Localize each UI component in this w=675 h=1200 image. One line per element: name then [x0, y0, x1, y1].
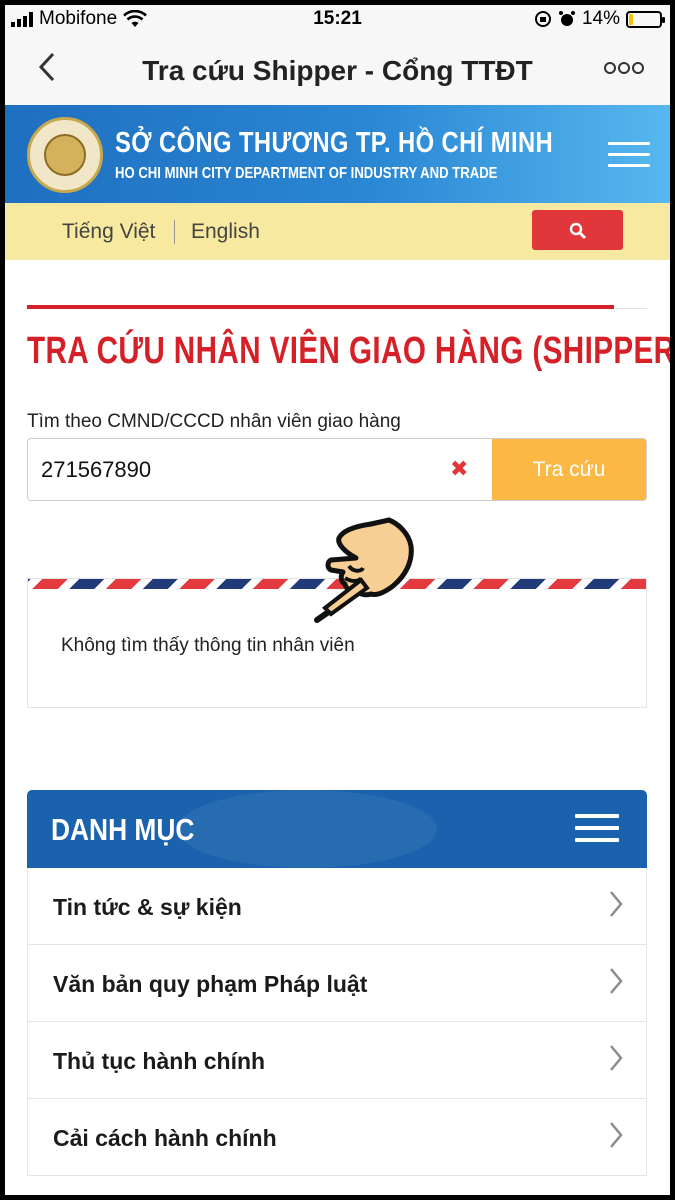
- category-header: DANH MỤC: [27, 790, 647, 868]
- site-header: SỞ CÔNG THƯƠNG TP. HỒ CHÍ MINH HO CHI MI…: [5, 105, 670, 203]
- browser-nav-bar: Tra cứu Shipper - Cổng TTĐT: [5, 35, 670, 105]
- header-decoration: [177, 790, 437, 868]
- category-item-label: Thủ tục hành chính: [53, 1048, 266, 1074]
- category-item-admin-reform[interactable]: Cải cách hành chính: [28, 1099, 646, 1176]
- lookup-button[interactable]: Tra cứu: [492, 439, 646, 500]
- search-icon: [569, 223, 586, 240]
- lang-english-link[interactable]: English: [191, 220, 260, 244]
- more-icon: [604, 62, 644, 74]
- language-bar: Tiếng Việt English: [5, 203, 670, 260]
- pointing-hand-icon: [314, 517, 414, 623]
- more-button[interactable]: [604, 55, 644, 81]
- lang-vietnamese-link[interactable]: Tiếng Việt: [62, 220, 155, 244]
- site-subtitle: HO CHI MINH CITY DEPARTMENT OF INDUSTRY …: [115, 165, 498, 182]
- nav-title: Tra cứu Shipper - Cổng TTĐT: [142, 55, 533, 86]
- chevron-right-icon: [608, 1044, 624, 1080]
- section-divider-thin: [614, 308, 647, 309]
- chevron-right-icon: [608, 1121, 624, 1157]
- category-menu-button[interactable]: [575, 814, 619, 844]
- category-item-procedures[interactable]: Thủ tục hành chính: [28, 1022, 646, 1099]
- orientation-lock-icon: [534, 11, 551, 27]
- category-item-legal-documents[interactable]: Văn bản quy phạm Pháp luật: [28, 945, 646, 1022]
- chevron-right-icon: [608, 890, 624, 926]
- clear-input-icon[interactable]: ✖: [450, 456, 468, 482]
- battery-percent: 14%: [581, 8, 620, 29]
- logo-emblem: [44, 134, 86, 176]
- id-search-form: ✖ Tra cứu: [27, 438, 647, 501]
- id-number-input[interactable]: [28, 439, 468, 500]
- category-item-label: Tin tức & sự kiện: [53, 894, 242, 920]
- department-logo[interactable]: [27, 117, 103, 193]
- category-item-news[interactable]: Tin tức & sự kiện: [28, 868, 646, 945]
- phone-screen: Mobifone 15:21 14% Tra cứu Shipper - Cổn…: [5, 5, 670, 1195]
- category-item-label: Cải cách hành chính: [53, 1125, 277, 1151]
- battery-fill: [629, 13, 634, 25]
- alarm-icon: [558, 11, 575, 26]
- lang-separator: [174, 220, 175, 244]
- status-right: 14%: [534, 8, 665, 30]
- site-name: SỞ CÔNG THƯƠNG TP. HỒ CHÍ MINH: [115, 127, 554, 159]
- page-title: TRA CỨU NHÂN VIÊN GIAO HÀNG (SHIPPER): [27, 330, 670, 372]
- status-bar: Mobifone 15:21 14%: [5, 5, 670, 35]
- chevron-right-icon: [608, 967, 624, 1003]
- result-message: Không tìm thấy thông tin nhân viên: [61, 635, 355, 656]
- menu-button[interactable]: [608, 142, 650, 168]
- battery-icon: [626, 10, 665, 28]
- category-item-label: Văn bản quy phạm Pháp luật: [53, 971, 368, 997]
- category-list: Tin tức & sự kiện Văn bản quy phạm Pháp …: [27, 868, 647, 1176]
- section-divider: [27, 305, 614, 309]
- search-field-label: Tìm theo CMND/CCCD nhân viên giao hàng: [27, 411, 401, 432]
- category-title: DANH MỤC: [51, 812, 195, 847]
- site-search-button[interactable]: [532, 210, 623, 250]
